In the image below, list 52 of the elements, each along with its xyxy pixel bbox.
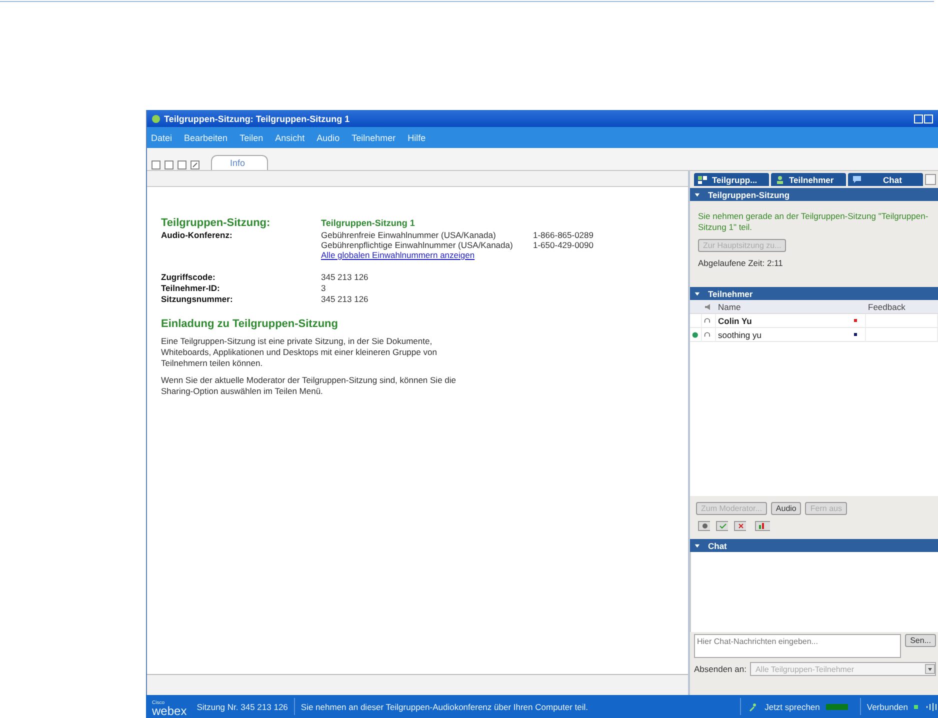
participant-name[interactable]: Colin Yu	[718, 316, 854, 326]
session-label: Teilgruppen-Sitzung:	[161, 217, 272, 229]
audio-meter	[826, 704, 848, 710]
section-header[interactable]: Chat	[690, 539, 938, 552]
participant-name[interactable]: soothing yu	[718, 330, 854, 340]
detail-label: Sitzungsnummer:	[161, 294, 234, 304]
menu-item[interactable]: Bearbeiten	[184, 132, 228, 142]
session-name: Teilgruppen-Sitzung 1	[321, 218, 416, 228]
panel-tab[interactable]: Teilnehmer	[771, 173, 846, 186]
invitation-heading: Einladung zu Teilgruppen-Sitzung	[161, 318, 339, 330]
window-title: Teilgruppen-Sitzung: Teilgruppen-Sitzung 1	[164, 114, 350, 124]
microphone-icon	[746, 702, 757, 712]
phone-number: 1-866-865-0289	[533, 230, 594, 240]
globe-icon	[692, 330, 699, 340]
elapsed-time: Abgelaufene Zeit: 2:11	[698, 258, 784, 268]
audio-label: Audio-Konferenz:	[161, 230, 234, 242]
dial-in-label: Gebührenfreie Einwahlnummer (USA/Kanada)	[321, 230, 497, 240]
detail-label: Teilnehmer-ID:	[161, 283, 221, 293]
panel-tab[interactable]: Teilgrupp...	[694, 173, 769, 186]
detail-label: Zugriffscode:	[161, 272, 216, 282]
grid-icon	[698, 174, 708, 184]
checkmark-icon[interactable]	[714, 521, 728, 531]
participant-button[interactable]: Audio	[770, 502, 802, 515]
info-tab[interactable]: Info	[211, 155, 268, 170]
dial-in-label: Gebührenpflichtige Einwahlnummer (USA/Kanada)	[321, 240, 514, 250]
speech-bubble-icon	[852, 174, 862, 184]
bars-logo-icon	[924, 702, 938, 712]
breakout-message: Sie nehmen gerade an der Teilgruppen-Sitzung "Teilgruppen-Sitzung 1" teil.	[698, 211, 930, 233]
send-to-label: Absenden an:	[694, 664, 746, 674]
invitation-text: Wenn Sie der aktuelle Moderator der Teilgruppen-Sitzung sind, können Sie die Sharing-Option auswählen im Teilen Menü.	[161, 375, 458, 397]
detail-value: 345 213 126	[321, 294, 370, 304]
detail-value: 345 213 126	[321, 272, 370, 282]
people-icon	[775, 174, 785, 184]
detail-value: 3	[321, 283, 327, 293]
section-header[interactable]: Teilgruppen-Sitzung	[690, 188, 938, 201]
connection-status: Verbunden	[866, 702, 908, 712]
send-button[interactable]: Sen...	[905, 634, 936, 647]
close-panel-icon[interactable]	[925, 174, 936, 185]
session-number: Sitzung Nr. 345 213 126	[196, 702, 288, 712]
panel-tab[interactable]: Chat	[848, 173, 923, 186]
column-header[interactable]: Feedback	[866, 300, 938, 314]
column-header[interactable]: Name	[716, 300, 866, 314]
dial-in-link[interactable]: Alle globalen Einwahlnummern anzeigen	[321, 250, 475, 260]
cross-icon[interactable]	[732, 521, 746, 531]
status-message: Sie nehmen an dieser Teilgruppen-Audiokonferenz über Ihren Computer teil.	[300, 702, 588, 712]
invitation-text: Eine Teilgruppen-Sitzung ist eine private Sitzung, in der Sie Dokumente, Whiteboards, Applikationen und Desktops mit einer kleineren Gruppe von Teilnehmern teilen können.	[161, 336, 438, 369]
phone-number: 1-650-429-0090	[533, 240, 594, 250]
section-header[interactable]: Teilnehmer	[690, 287, 938, 300]
edit-icon[interactable]	[190, 160, 200, 170]
app-icon	[151, 114, 161, 124]
chat-input[interactable]: Hier Chat-Nachrichten eingeben...	[694, 634, 902, 658]
speak-label: Jetzt sprechen	[764, 702, 820, 712]
